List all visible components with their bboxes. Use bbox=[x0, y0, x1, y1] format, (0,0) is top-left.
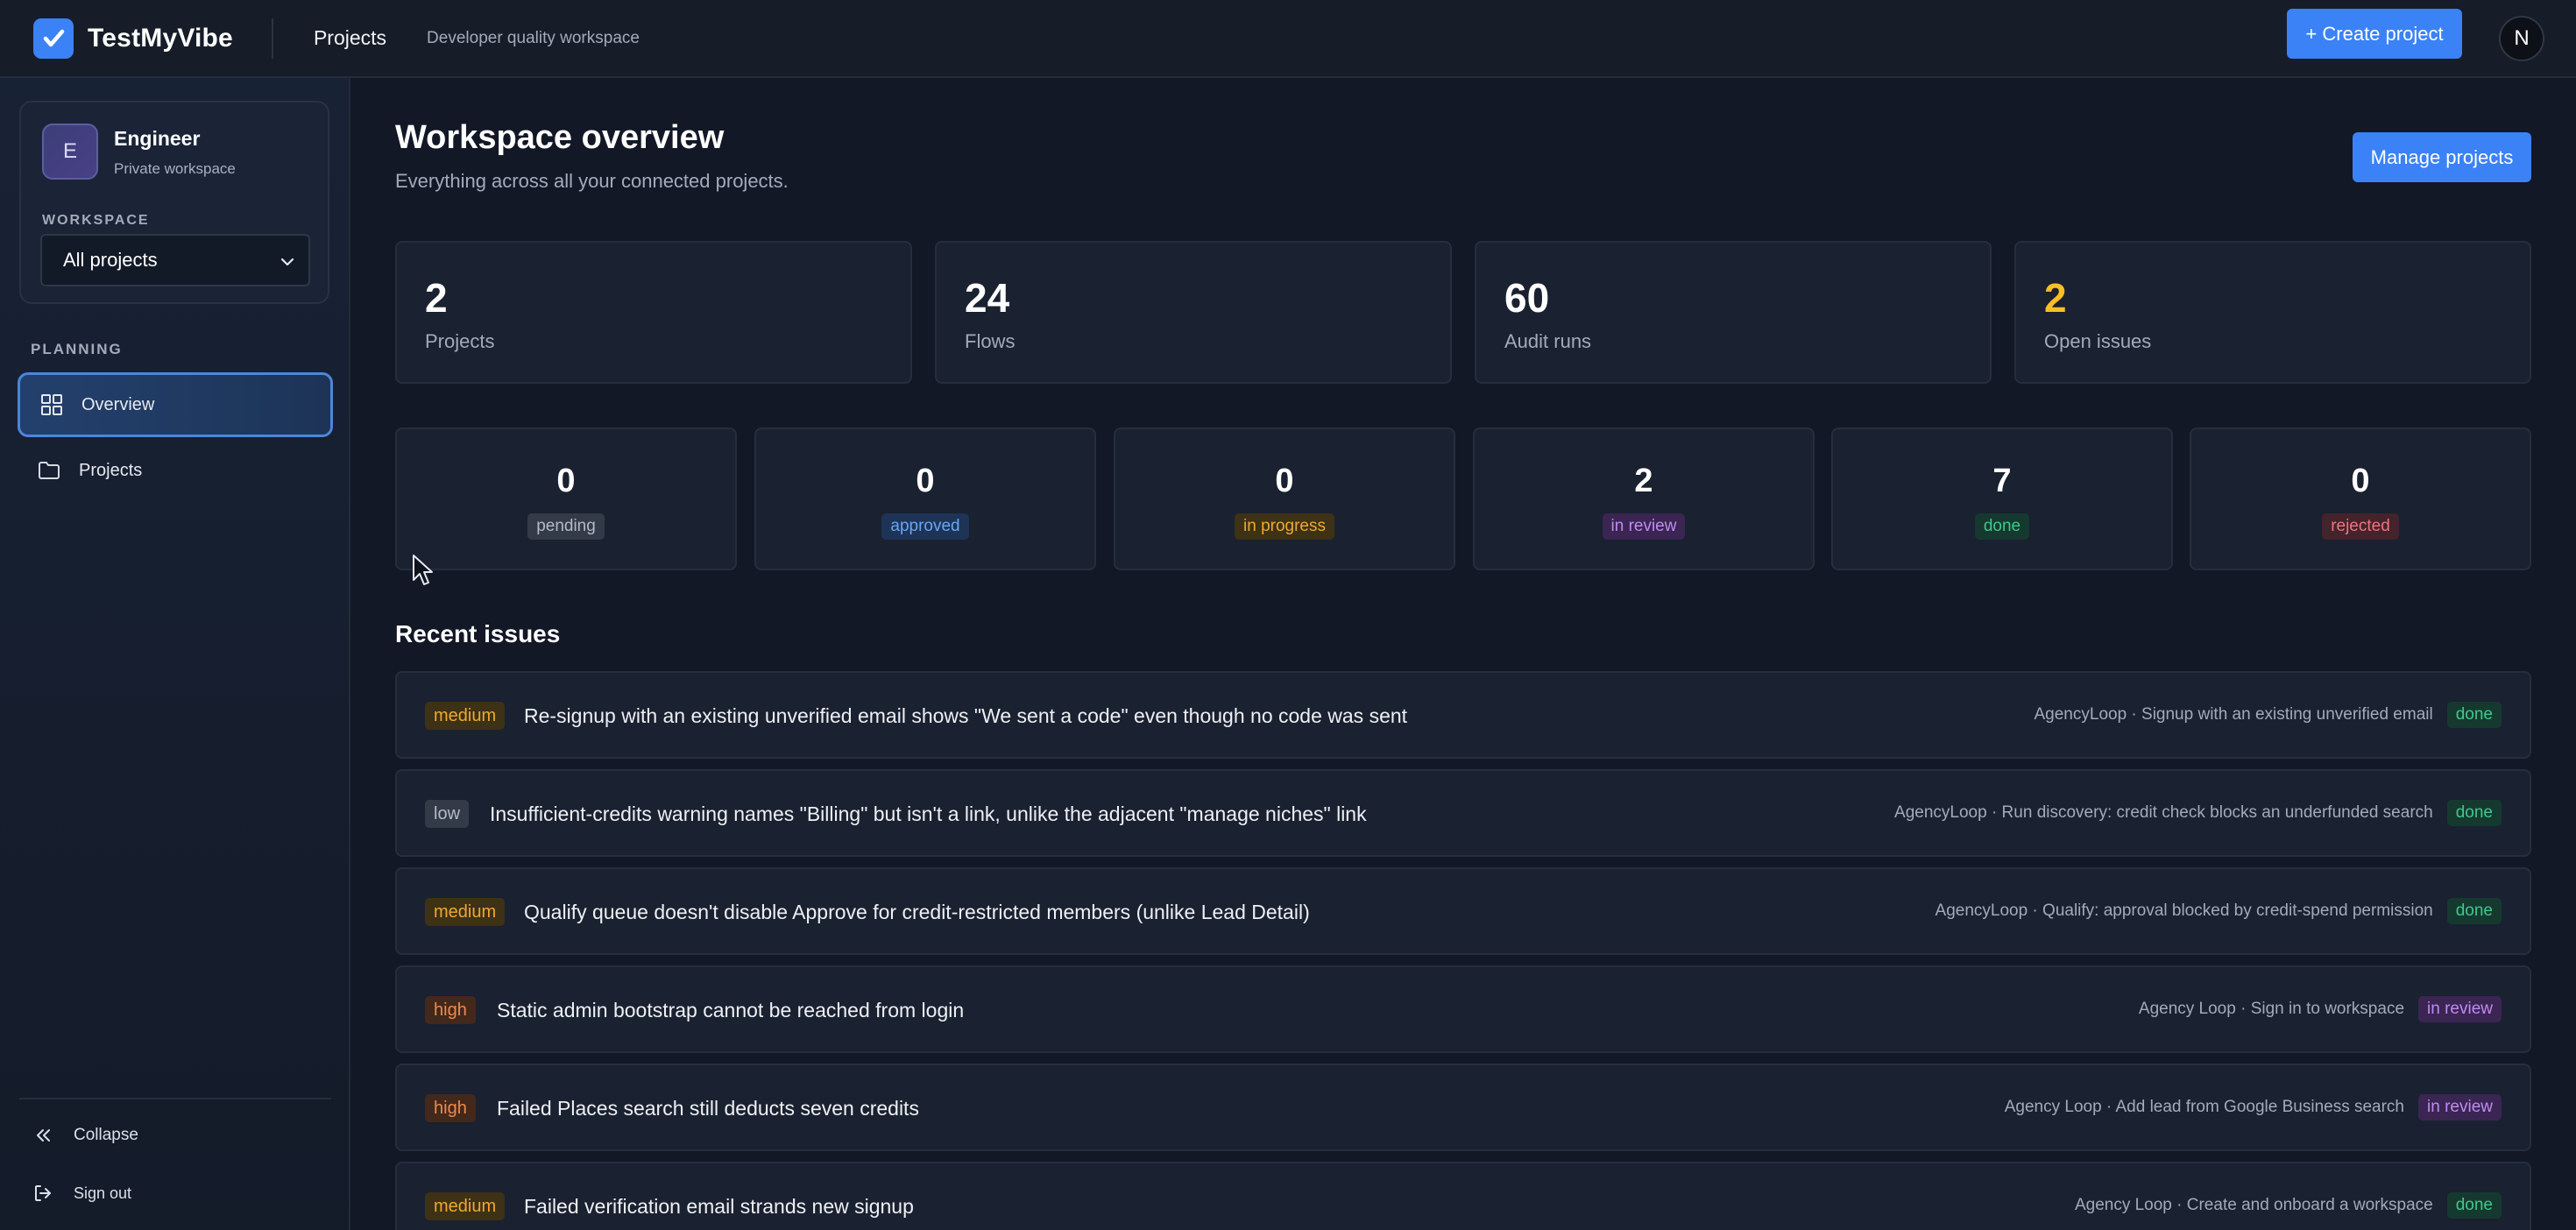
top-nav-projects[interactable]: Projects bbox=[314, 26, 386, 50]
manage-projects-button[interactable]: Manage projects bbox=[2353, 132, 2531, 182]
severity-badge: medium bbox=[425, 898, 506, 926]
stat-label: Audit runs bbox=[1504, 330, 1592, 352]
issue-title: Re-signup with an existing unverified em… bbox=[524, 704, 1408, 727]
severity-badge: low bbox=[425, 800, 470, 828]
planning-label: PLANNING bbox=[31, 341, 123, 357]
issue-meta: Agency Loop · Create and onboard a works… bbox=[2074, 1196, 2433, 1214]
issue-meta: Agency Loop · Sign in to workspace bbox=[2138, 1000, 2405, 1018]
status-card-approved: 0 approved bbox=[754, 428, 1096, 570]
collapse-label: Collapse bbox=[74, 1126, 138, 1144]
status-card-rejected: 0 rejected bbox=[2190, 428, 2531, 570]
issue-status-badge: in review bbox=[2418, 996, 2502, 1022]
workspace-select-value: All projects bbox=[63, 249, 158, 271]
issue-row[interactable]: high Static admin bootstrap cannot be re… bbox=[395, 965, 2531, 1053]
status-count: 0 bbox=[556, 463, 576, 499]
status-badge: in review bbox=[1602, 513, 1686, 540]
issue-status-badge: done bbox=[2446, 1192, 2502, 1219]
status-card-pending: 0 pending bbox=[395, 428, 737, 570]
status-count: 2 bbox=[1634, 463, 1653, 499]
brand-name: TestMyVibe bbox=[88, 23, 233, 53]
issue-meta: AgencyLoop · Run discovery: credit check… bbox=[1894, 803, 2433, 822]
create-project-button[interactable]: + Create project bbox=[2287, 9, 2462, 59]
stat-value: 2 bbox=[425, 275, 448, 321]
stat-value: 24 bbox=[965, 275, 1010, 321]
status-count: 0 bbox=[916, 463, 935, 499]
recent-issues-heading: Recent issues bbox=[395, 620, 561, 647]
issue-title: Static admin bootstrap cannot be reached… bbox=[497, 999, 965, 1021]
status-count: 0 bbox=[2351, 463, 2370, 499]
sign-out-icon bbox=[32, 1182, 54, 1205]
grid-icon bbox=[39, 392, 64, 417]
issue-meta: Agency Loop · Add lead from Google Busin… bbox=[2004, 1098, 2405, 1116]
folder-icon bbox=[37, 458, 61, 483]
collapse-button[interactable]: Collapse bbox=[32, 1124, 138, 1147]
status-card-in-review: 2 in review bbox=[1473, 428, 1815, 570]
issue-row[interactable]: low Insufficient-credits warning names "… bbox=[395, 769, 2531, 857]
issue-status-badge: done bbox=[2446, 702, 2502, 728]
stat-card-audit-runs: 60 Audit runs bbox=[1475, 241, 1992, 384]
status-badge: done bbox=[1974, 513, 2030, 540]
page-subtitle: Everything across all your connected pro… bbox=[395, 170, 789, 192]
issue-status-badge: done bbox=[2446, 898, 2502, 924]
stat-label: Projects bbox=[425, 330, 495, 352]
page-title: Workspace overview bbox=[395, 119, 725, 156]
user-subtitle: Private workspace bbox=[114, 160, 236, 177]
sidebar-item-overview[interactable]: Overview bbox=[18, 372, 333, 437]
status-card-in-progress: 0 in progress bbox=[1114, 428, 1455, 570]
stat-label: Flows bbox=[965, 330, 1016, 352]
issue-status-badge: done bbox=[2446, 800, 2502, 826]
workspace-label: WORKSPACE bbox=[42, 213, 150, 228]
issue-title: Insufficient-credits warning names "Bill… bbox=[490, 802, 1367, 825]
issue-row[interactable]: medium Failed verification email strands… bbox=[395, 1162, 2531, 1230]
stat-value: 60 bbox=[1504, 275, 1550, 321]
top-bar: TestMyVibe Projects Developer quality wo… bbox=[0, 0, 2576, 78]
issue-title: Qualify queue doesn't disable Approve fo… bbox=[524, 901, 1310, 923]
top-divider bbox=[271, 18, 273, 59]
status-badge: rejected bbox=[2322, 513, 2399, 540]
user-avatar[interactable]: N bbox=[2499, 16, 2544, 61]
status-badge: pending bbox=[527, 513, 605, 540]
status-badge: in progress bbox=[1235, 513, 1334, 540]
user-name: Engineer bbox=[114, 127, 201, 150]
brand[interactable]: TestMyVibe bbox=[33, 18, 233, 59]
checkmark-logo-icon bbox=[33, 18, 74, 59]
severity-badge: medium bbox=[425, 1192, 506, 1220]
issue-status-badge: in review bbox=[2418, 1094, 2502, 1120]
issue-meta: AgencyLoop · Qualify: approval blocked b… bbox=[1935, 901, 2433, 920]
issue-row[interactable]: high Failed Places search still deducts … bbox=[395, 1064, 2531, 1151]
severity-badge: high bbox=[425, 996, 476, 1024]
workspace-select[interactable]: All projects bbox=[40, 234, 310, 286]
mouse-cursor-icon bbox=[412, 554, 435, 591]
severity-badge: high bbox=[425, 1094, 476, 1122]
status-count: 7 bbox=[1992, 463, 2012, 499]
status-card-done: 7 done bbox=[1831, 428, 2173, 570]
stat-value: 2 bbox=[2044, 275, 2067, 321]
issue-title: Failed verification email strands new si… bbox=[524, 1195, 914, 1218]
issue-row[interactable]: medium Qualify queue doesn't disable App… bbox=[395, 867, 2531, 955]
chevrons-left-icon bbox=[32, 1124, 54, 1147]
issue-meta: AgencyLoop · Signup with an existing unv… bbox=[2034, 705, 2433, 724]
sidebar-item-label: Overview bbox=[81, 394, 155, 414]
sidebar-divider bbox=[19, 1098, 331, 1099]
issue-title: Failed Places search still deducts seven… bbox=[497, 1097, 919, 1120]
sign-out-label: Sign out bbox=[74, 1184, 132, 1202]
chevron-down-icon bbox=[279, 253, 296, 276]
top-subtitle: Developer quality workspace bbox=[427, 28, 640, 47]
stat-card-open-issues: 2 Open issues bbox=[2014, 241, 2531, 384]
user-card-avatar: E bbox=[42, 124, 98, 180]
stat-card-projects: 2 Projects bbox=[395, 241, 912, 384]
stat-card-flows: 24 Flows bbox=[935, 241, 1452, 384]
sidebar-item-projects[interactable]: Projects bbox=[18, 438, 333, 503]
sidebar-item-label: Projects bbox=[79, 460, 143, 480]
severity-badge: medium bbox=[425, 702, 506, 730]
status-badge: approved bbox=[881, 513, 969, 540]
issue-row[interactable]: medium Re-signup with an existing unveri… bbox=[395, 671, 2531, 759]
user-card: E Engineer Private workspace WORKSPACE A… bbox=[19, 101, 329, 304]
status-count: 0 bbox=[1275, 463, 1294, 499]
sidebar: E Engineer Private workspace WORKSPACE A… bbox=[0, 78, 350, 1230]
sign-out-button[interactable]: Sign out bbox=[32, 1182, 131, 1205]
stat-label: Open issues bbox=[2044, 330, 2152, 352]
